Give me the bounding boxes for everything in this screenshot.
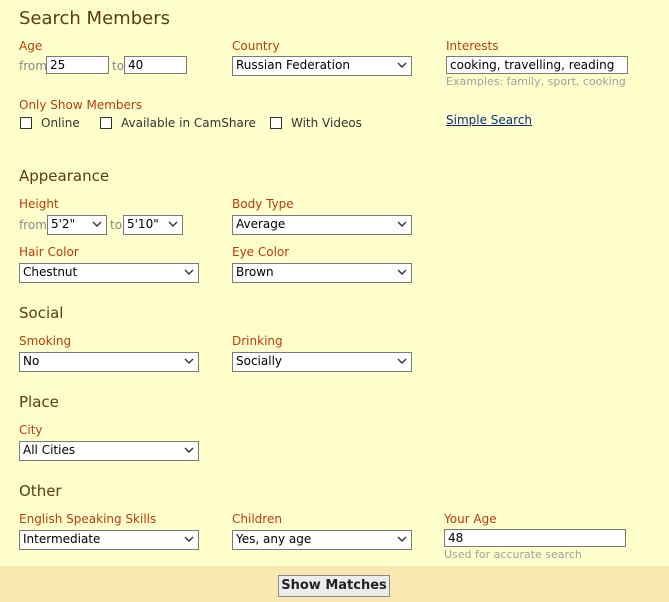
age-from-text: from xyxy=(19,59,47,73)
chevron-down-icon xyxy=(397,221,407,227)
english-label: English Speaking Skills xyxy=(19,512,157,526)
chevron-down-icon xyxy=(184,358,194,364)
chevron-down-icon xyxy=(397,269,407,275)
camshare-label: Available in CamShare xyxy=(121,116,256,130)
show-matches-button[interactable]: Show Matches xyxy=(278,575,390,597)
eye-color-select[interactable]: Brown xyxy=(232,263,412,283)
age-to-text: to xyxy=(112,59,125,73)
body-type-value: Average xyxy=(236,217,286,231)
drinking-label: Drinking xyxy=(232,334,283,348)
height-to-value: 5'10" xyxy=(127,217,159,231)
body-type-select[interactable]: Average xyxy=(232,215,412,235)
place-heading: Place xyxy=(19,393,59,411)
page-title: Search Members xyxy=(19,8,170,29)
your-age-hint: Used for accurate search xyxy=(444,548,582,561)
chevron-down-icon xyxy=(184,536,194,542)
country-select-value: Russian Federation xyxy=(236,58,350,72)
children-value: Yes, any age xyxy=(236,532,312,546)
your-age-label: Your Age xyxy=(444,512,497,526)
english-select[interactable]: Intermediate xyxy=(19,530,199,550)
city-label: City xyxy=(19,423,43,437)
online-checkbox[interactable] xyxy=(20,117,32,129)
your-age-input[interactable]: 48 xyxy=(444,529,626,547)
with-videos-label: With Videos xyxy=(291,116,362,130)
height-label: Height xyxy=(19,197,59,211)
children-select[interactable]: Yes, any age xyxy=(232,530,412,550)
height-from-select[interactable]: 5'2" xyxy=(47,215,107,235)
smoking-value: No xyxy=(23,354,40,368)
chevron-down-icon xyxy=(92,221,102,227)
height-from-text: from xyxy=(19,218,47,232)
age-from-input[interactable]: 25 xyxy=(46,56,109,74)
smoking-label: Smoking xyxy=(19,334,72,348)
eye-color-label: Eye Color xyxy=(232,245,290,259)
hair-color-label: Hair Color xyxy=(19,245,79,259)
hair-color-value: Chestnut xyxy=(23,265,78,279)
chevron-down-icon xyxy=(397,536,407,542)
interests-label: Interests xyxy=(446,39,499,53)
online-label: Online xyxy=(41,116,80,130)
body-type-label: Body Type xyxy=(232,197,294,211)
drinking-select[interactable]: Socially xyxy=(232,352,412,372)
children-label: Children xyxy=(232,512,282,526)
interests-hint: Examples: family, sport, cooking xyxy=(446,75,626,88)
height-to-select[interactable]: 5'10" xyxy=(123,215,183,235)
camshare-checkbox[interactable] xyxy=(100,117,112,129)
interests-input[interactable]: cooking, travelling, reading xyxy=(446,56,628,74)
height-from-value: 5'2" xyxy=(51,217,76,231)
city-value: All Cities xyxy=(23,443,76,457)
chevron-down-icon xyxy=(184,447,194,453)
social-heading: Social xyxy=(19,304,64,322)
chevron-down-icon xyxy=(397,62,407,68)
hair-color-select[interactable]: Chestnut xyxy=(19,263,199,283)
english-value: Intermediate xyxy=(23,532,101,546)
eye-color-value: Brown xyxy=(236,265,274,279)
drinking-value: Socially xyxy=(236,354,283,368)
other-heading: Other xyxy=(19,482,62,500)
smoking-select[interactable]: No xyxy=(19,352,199,372)
age-label: Age xyxy=(19,39,43,53)
simple-search-link[interactable]: Simple Search xyxy=(446,113,532,127)
city-select[interactable]: All Cities xyxy=(19,441,199,461)
chevron-down-icon xyxy=(168,221,178,227)
age-to-input[interactable]: 40 xyxy=(124,56,187,74)
appearance-heading: Appearance xyxy=(19,167,110,185)
with-videos-checkbox[interactable] xyxy=(270,117,282,129)
chevron-down-icon xyxy=(397,358,407,364)
height-to-text: to xyxy=(110,218,123,232)
only-show-label: Only Show Members xyxy=(19,98,143,112)
country-select[interactable]: Russian Federation xyxy=(232,56,412,76)
chevron-down-icon xyxy=(184,269,194,275)
country-label: Country xyxy=(232,39,280,53)
